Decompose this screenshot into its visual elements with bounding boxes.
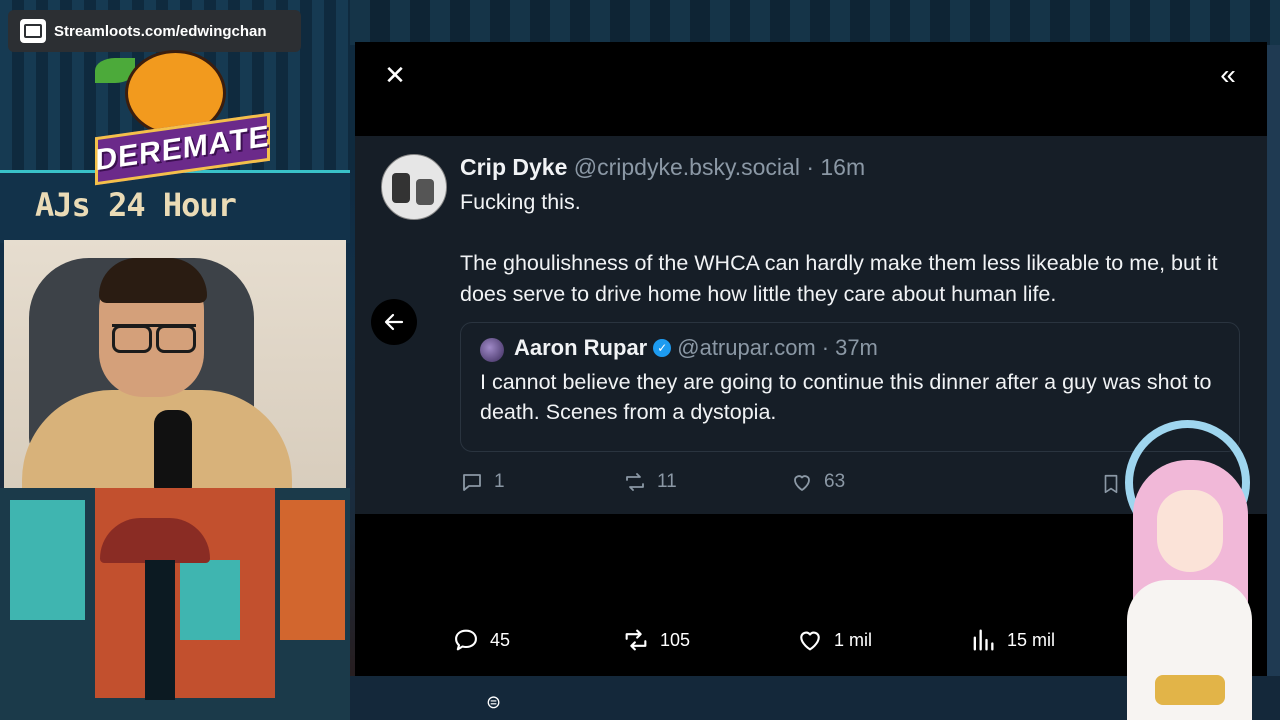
- repost-icon: [626, 473, 644, 491]
- pixel-shop-orange: [280, 500, 345, 640]
- reply-button[interactable]: 45: [452, 626, 510, 654]
- streamloots-url: Streamloots.com/edwingchan: [54, 22, 267, 40]
- pixel-shop-teal: [10, 500, 85, 620]
- post-text: Fucking this. The ghoulishness of the WH…: [460, 187, 1250, 310]
- author-avatar[interactable]: [381, 154, 447, 220]
- event-title: AJs 24 Hour: [35, 186, 237, 224]
- viewer-top-bar: ✕ «: [355, 42, 1267, 136]
- embed-repost-button[interactable]: 11: [623, 470, 677, 494]
- views-icon: [973, 629, 994, 651]
- pixel-top-strip: [350, 0, 1280, 45]
- embedded-post-actions: 1 11 63: [460, 470, 1160, 500]
- quoted-author-avatar[interactable]: [480, 338, 504, 362]
- close-button[interactable]: ✕: [380, 60, 410, 90]
- vtuber-avatar: [1115, 420, 1265, 720]
- quoted-post-header: Aaron Rupar ✓ @atrupar.com · 37m: [514, 335, 878, 361]
- post-text-line: Fucking this.: [460, 190, 581, 214]
- quoted-post-time[interactable]: 37m: [835, 335, 878, 361]
- author-handle[interactable]: @cripdyke.bsky.social: [574, 154, 800, 180]
- vtuber-belt: [1155, 675, 1225, 705]
- repost-count: 105: [660, 629, 691, 650]
- post-time[interactable]: 16m: [820, 154, 865, 180]
- pixel-window: [180, 560, 240, 640]
- like-count: 1 mil: [834, 629, 873, 650]
- streamloots-badge: Streamloots.com/edwingchan: [8, 10, 301, 52]
- heart-icon: [794, 475, 810, 491]
- microphone: [154, 410, 192, 488]
- header-separator: ·: [806, 154, 814, 180]
- streamer-glasses: [112, 324, 196, 353]
- embed-like-button[interactable]: 63: [790, 470, 845, 494]
- webcam-feed: [4, 240, 346, 488]
- views-button[interactable]: 15 mil: [969, 626, 1055, 654]
- pixel-lantern-icon: ⊜: [486, 692, 502, 712]
- reply-icon: [455, 629, 477, 651]
- quoted-post-text: I cannot believe they are going to conti…: [480, 370, 1212, 424]
- streamloots-icon: [20, 19, 46, 43]
- reply-icon: [463, 474, 481, 491]
- embed-like-count: 63: [824, 471, 846, 492]
- close-icon: ✕: [384, 59, 406, 90]
- like-button[interactable]: 1 mil: [796, 626, 872, 654]
- repost-button[interactable]: 105: [622, 626, 690, 654]
- umbrella-figure-body: [145, 560, 175, 700]
- embed-repost-count: 11: [657, 471, 677, 492]
- embed-reply-count: 1: [494, 471, 505, 492]
- verified-badge-icon: ✓: [653, 339, 672, 357]
- embed-reply-button[interactable]: 1: [460, 470, 505, 494]
- double-chevron-left-icon: «: [1220, 59, 1236, 90]
- post-header: Crip Dyke @cripdyke.bsky.social · 16m: [460, 154, 865, 181]
- previous-button[interactable]: [371, 299, 417, 345]
- quoted-header-separator: ·: [821, 335, 830, 360]
- vtuber-face: [1157, 490, 1223, 572]
- repost-icon: [625, 629, 647, 651]
- sponsor-logo: DEREMATE: [95, 50, 270, 186]
- quoted-author-handle[interactable]: @atrupar.com: [677, 335, 816, 361]
- heart-icon: [800, 631, 820, 651]
- collapse-sidebar-button[interactable]: «: [1211, 58, 1245, 92]
- author-name[interactable]: Crip Dyke: [460, 154, 567, 180]
- quoted-author-name[interactable]: Aaron Rupar: [514, 335, 647, 361]
- post-text-paragraph: The ghoulishness of the WHCA can hardly …: [460, 251, 1218, 306]
- streamer-hair: [99, 258, 207, 303]
- reply-count: 45: [490, 629, 511, 650]
- arrow-left-icon: [384, 313, 404, 331]
- view-count: 15 mil: [1007, 629, 1056, 650]
